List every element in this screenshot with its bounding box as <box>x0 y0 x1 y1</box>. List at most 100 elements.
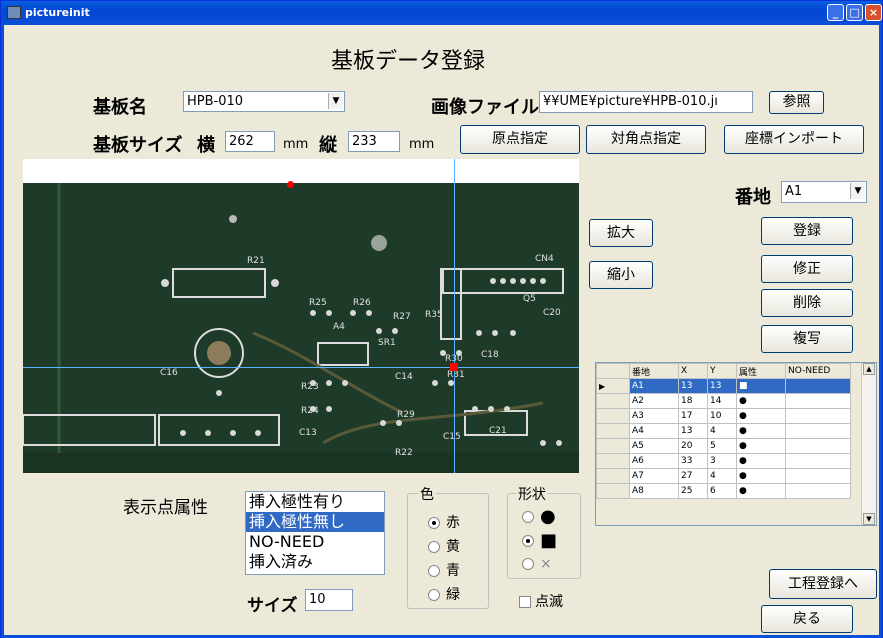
address-combo[interactable]: A1 ▼ <box>781 181 867 203</box>
table-row[interactable]: A8 25 6 ● <box>596 483 851 499</box>
cell-addr[interactable]: A6 <box>629 453 679 469</box>
col-attr[interactable]: 属性 <box>736 363 786 379</box>
size-field[interactable]: 10 <box>305 589 353 611</box>
cell-y[interactable]: 6 <box>707 483 737 499</box>
col-address[interactable]: 番地 <box>629 363 679 379</box>
points-grid[interactable]: 番地 X Y 属性 NO-NEED ▶ A1 13 13 ■ A2 18 14 ● A3 17 10 ●… <box>595 362 877 526</box>
cell-x[interactable]: 25 <box>678 483 708 499</box>
color-radio-green[interactable]: 緑 <box>428 584 460 604</box>
modify-button[interactable]: 修正 <box>761 255 853 283</box>
cell-addr[interactable]: A8 <box>629 483 679 499</box>
row-header[interactable]: ▶ <box>596 378 630 394</box>
cell-x[interactable]: 33 <box>678 453 708 469</box>
row-header[interactable] <box>596 453 630 469</box>
board-name-combo[interactable]: HPB-010 ▼ <box>183 91 345 112</box>
cell-x[interactable]: 13 <box>678 378 708 394</box>
row-header[interactable] <box>596 423 630 439</box>
cell-y[interactable]: 4 <box>707 468 737 484</box>
color-radio-blue[interactable]: 青 <box>428 560 460 580</box>
cell-attr[interactable]: ● <box>736 423 786 439</box>
row-header[interactable] <box>596 438 630 454</box>
table-row[interactable]: A5 20 5 ● <box>596 438 851 454</box>
listbox-item[interactable]: 挿入極性有り <box>246 492 384 512</box>
minimize-button[interactable]: _ <box>827 4 844 21</box>
cell-x[interactable]: 13 <box>678 423 708 439</box>
display-attr-listbox[interactable]: 挿入極性有り 挿入極性無し NO-NEED 挿入済み <box>245 491 385 575</box>
title-bar[interactable]: pictureinit _ □ × <box>1 1 882 25</box>
col-noneed[interactable]: NO-NEED <box>785 363 851 379</box>
image-file-field[interactable]: ¥¥UME¥picture¥HPB-010.jı <box>539 91 753 113</box>
cell-noneed[interactable] <box>785 393 851 409</box>
table-row[interactable]: ▶ A1 13 13 ■ <box>596 378 851 394</box>
checkbox-box[interactable] <box>519 596 531 608</box>
delete-button[interactable]: 削除 <box>761 289 853 317</box>
cell-x[interactable]: 20 <box>678 438 708 454</box>
grid-scrollbar[interactable]: ▲ ▼ <box>861 363 876 525</box>
cell-addr[interactable]: A3 <box>629 408 679 424</box>
cell-y[interactable]: 14 <box>707 393 737 409</box>
cell-attr[interactable]: ● <box>736 438 786 454</box>
origin-button[interactable]: 原点指定 <box>460 125 580 154</box>
copy-button[interactable]: 複写 <box>761 325 853 353</box>
cell-noneed[interactable] <box>785 438 851 454</box>
cell-addr[interactable]: A2 <box>629 393 679 409</box>
table-row[interactable]: A2 18 14 ● <box>596 393 851 409</box>
register-button[interactable]: 登録 <box>761 217 853 245</box>
cell-noneed[interactable] <box>785 423 851 439</box>
browse-button[interactable]: 参照 <box>769 91 824 114</box>
cell-y[interactable]: 10 <box>707 408 737 424</box>
chevron-down-icon[interactable]: ▼ <box>850 183 865 199</box>
cell-noneed[interactable] <box>785 468 851 484</box>
cell-attr[interactable]: ● <box>736 393 786 409</box>
color-radio-yellow[interactable]: 黄 <box>428 536 460 556</box>
cell-x[interactable]: 27 <box>678 468 708 484</box>
diagonal-button[interactable]: 対角点指定 <box>586 125 706 154</box>
scroll-down-icon[interactable]: ▼ <box>863 513 875 525</box>
import-coords-button[interactable]: 座標インポート <box>724 125 864 154</box>
cell-attr[interactable]: ● <box>736 483 786 499</box>
selected-point-marker[interactable] <box>450 363 458 371</box>
listbox-item-selected[interactable]: 挿入極性無し <box>246 512 384 532</box>
zoom-out-button[interactable]: 縮小 <box>589 261 653 289</box>
back-button[interactable]: 戻る <box>761 605 853 633</box>
cell-attr[interactable]: ■ <box>736 378 786 394</box>
cell-addr[interactable]: A1 <box>629 378 679 394</box>
shape-radio-square[interactable]: ■ <box>522 530 557 551</box>
cell-noneed[interactable] <box>785 453 851 469</box>
cell-y[interactable]: 4 <box>707 423 737 439</box>
col-y[interactable]: Y <box>707 363 737 379</box>
maximize-button[interactable]: □ <box>846 4 863 21</box>
cell-attr[interactable]: ● <box>736 468 786 484</box>
table-row[interactable]: A3 17 10 ● <box>596 408 851 424</box>
close-button[interactable]: × <box>865 4 882 21</box>
origin-point-marker[interactable] <box>287 181 294 188</box>
table-row[interactable]: A4 13 4 ● <box>596 423 851 439</box>
cell-noneed[interactable] <box>785 408 851 424</box>
pcb-image[interactable]: R21CN4 R25R26R27 R35C20A4 SR1R30R23 C16C… <box>23 183 579 473</box>
width-field[interactable]: 262 <box>225 131 275 152</box>
shape-radio-circle[interactable]: ● <box>522 506 556 527</box>
col-x[interactable]: X <box>678 363 708 379</box>
chevron-down-icon[interactable]: ▼ <box>328 93 343 109</box>
zoom-in-button[interactable]: 拡大 <box>589 219 653 247</box>
color-radio-red[interactable]: 赤 <box>428 512 460 532</box>
table-row[interactable]: A6 33 3 ● <box>596 453 851 469</box>
cell-y[interactable]: 3 <box>707 453 737 469</box>
cell-x[interactable]: 18 <box>678 393 708 409</box>
scroll-up-icon[interactable]: ▲ <box>863 363 875 375</box>
listbox-item[interactable]: 挿入済み <box>246 552 384 572</box>
row-header[interactable] <box>596 483 630 499</box>
row-header[interactable] <box>596 468 630 484</box>
row-header[interactable] <box>596 408 630 424</box>
height-field[interactable]: 233 <box>348 131 400 152</box>
cell-y[interactable]: 13 <box>707 378 737 394</box>
listbox-item[interactable]: NO-NEED <box>246 532 384 552</box>
cell-attr[interactable]: ● <box>736 453 786 469</box>
row-header[interactable] <box>596 393 630 409</box>
table-row[interactable]: A7 27 4 ● <box>596 468 851 484</box>
cell-attr[interactable]: ● <box>736 408 786 424</box>
cell-x[interactable]: 17 <box>678 408 708 424</box>
blink-checkbox[interactable]: 点滅 <box>519 591 563 611</box>
cell-addr[interactable]: A7 <box>629 468 679 484</box>
cell-y[interactable]: 5 <box>707 438 737 454</box>
